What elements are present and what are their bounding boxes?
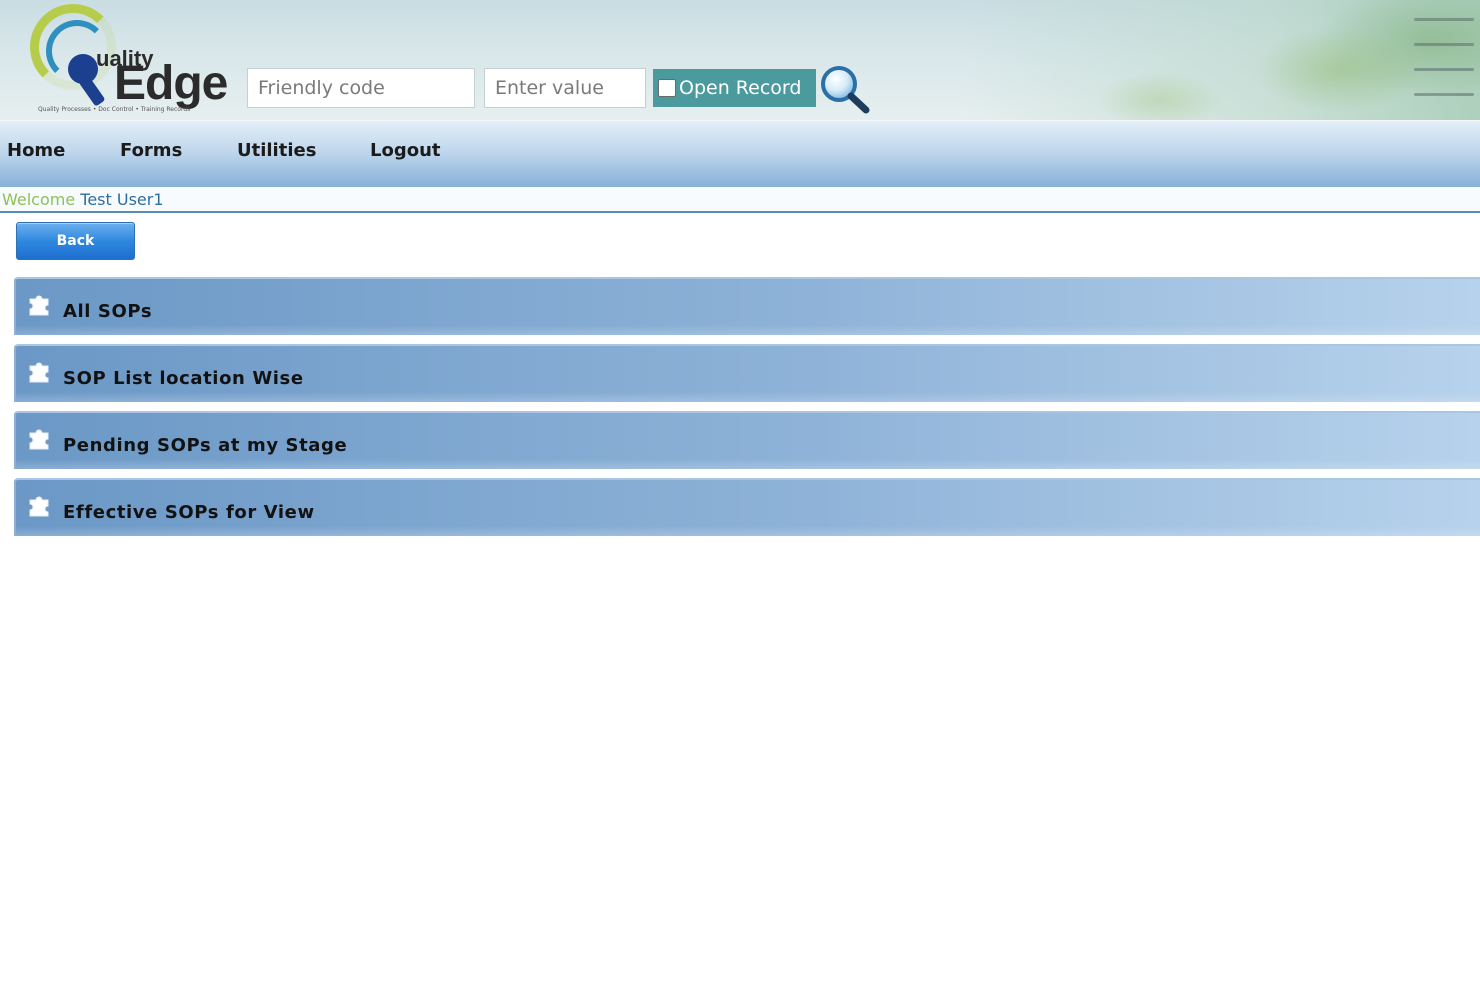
open-record-checkbox[interactable] bbox=[658, 79, 676, 97]
open-record-label: Open Record bbox=[679, 77, 802, 99]
sop-panel-label: Pending SOPs at my Stage bbox=[63, 435, 348, 456]
puzzle-icon bbox=[29, 496, 49, 517]
enter-value-input[interactable] bbox=[484, 68, 646, 108]
sop-panel-list: All SOPs SOP List location Wise Pending … bbox=[14, 277, 1480, 545]
logo-tagline: Quality Processes • Doc Control • Traini… bbox=[38, 106, 191, 113]
nav-item-logout[interactable]: Logout bbox=[370, 140, 441, 161]
welcome-username: Test User1 bbox=[80, 190, 164, 209]
logo-text-edge: Edge bbox=[114, 57, 228, 110]
world-map-background bbox=[960, 0, 1480, 120]
welcome-bar: Welcome Test User1 bbox=[0, 187, 1480, 213]
nav-item-home[interactable]: Home bbox=[7, 140, 65, 161]
header-banner: uality Edge Quality Processes • Doc Cont… bbox=[0, 0, 1480, 120]
back-button[interactable]: Back bbox=[16, 222, 135, 260]
search-button[interactable] bbox=[818, 64, 872, 114]
puzzle-icon bbox=[29, 295, 49, 316]
magnifier-icon bbox=[821, 66, 870, 114]
sop-panel-all-sops[interactable]: All SOPs bbox=[14, 277, 1480, 335]
logo-key-stem bbox=[78, 75, 106, 107]
puzzle-icon bbox=[29, 362, 49, 383]
main-nav: Home Forms Utilities Logout bbox=[0, 120, 1480, 187]
nav-item-forms[interactable]: Forms bbox=[120, 140, 182, 161]
quality-edge-logo: uality Edge Quality Processes • Doc Cont… bbox=[28, 2, 238, 118]
welcome-prefix: Welcome bbox=[2, 190, 76, 209]
sop-panel-label: SOP List location Wise bbox=[63, 368, 304, 389]
sop-panel-pending-at-my-stage[interactable]: Pending SOPs at my Stage bbox=[14, 411, 1480, 469]
sop-panel-effective-for-view[interactable]: Effective SOPs for View bbox=[14, 478, 1480, 536]
sop-panel-location-wise[interactable]: SOP List location Wise bbox=[14, 344, 1480, 402]
open-record-toggle[interactable]: Open Record bbox=[653, 69, 816, 107]
nav-item-utilities[interactable]: Utilities bbox=[237, 140, 316, 161]
sop-panel-label: All SOPs bbox=[63, 301, 153, 322]
sop-panel-label: Effective SOPs for View bbox=[63, 502, 315, 523]
puzzle-icon bbox=[29, 429, 49, 450]
friendly-code-input[interactable] bbox=[247, 68, 475, 108]
decorative-arrows bbox=[1414, 18, 1474, 118]
